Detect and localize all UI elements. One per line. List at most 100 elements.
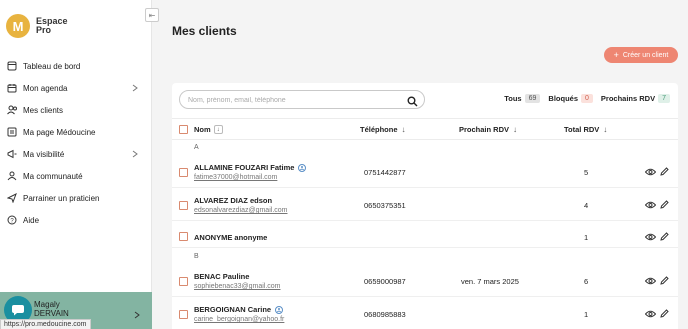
table-row[interactable]: ANONYME anonyme 1 [172,222,678,248]
user-first-name: Magaly [34,300,60,309]
select-all-checkbox[interactable] [179,125,188,134]
client-name[interactable]: BENAC Pauline [194,272,249,281]
sidebar-item-label: Ma visibilité [23,149,65,159]
edit-icon[interactable] [660,276,669,285]
search-box [179,90,425,109]
search-icon[interactable] [407,94,418,112]
group-letter: B [194,253,199,260]
edit-icon[interactable] [660,167,669,176]
plus-icon: + [613,50,619,60]
filter-blocked[interactable]: Bloqués 0 [548,94,593,103]
sidebar-item-label: Tableau de bord [23,61,81,71]
sidebar-item-clients[interactable]: Mes clients [0,99,152,121]
sidebar-item-page[interactable]: Ma page Médoucine [0,121,152,143]
table-row[interactable]: BERGOIGNAN Carine carine_bergoignan@yaho… [172,298,678,329]
sidebar-item-label: Mes clients [23,105,64,115]
page-title: Mes clients [172,24,237,38]
sidebar-nav: Tableau de bord Mon agenda Mes clients M… [0,55,152,231]
row-actions [645,276,673,285]
table-row[interactable]: ALVAREZ DIAZ edson edsonalvarezdiaz@gmai… [172,189,678,221]
client-total-rdv: 4 [584,201,589,210]
help-icon: ? [6,214,18,226]
column-next-rdv[interactable]: Prochain RDV ↓ [459,125,517,134]
eye-icon[interactable] [645,277,656,285]
table-row[interactable]: BENAC Pauline sophiebenac33@gmail.com 06… [172,265,678,297]
sort-down-icon[interactable]: ↓ [603,125,607,134]
row-actions [645,309,673,318]
sort-down-icon[interactable]: ↓ [513,125,517,134]
client-name[interactable]: BERGOIGNAN Carine [194,305,284,314]
sidebar-item-referral[interactable]: Parrainer un praticien [0,187,152,209]
eye-icon[interactable] [645,201,656,209]
eye-icon[interactable] [645,310,656,318]
sidebar-item-label: Ma communauté [23,171,83,181]
sidebar-item-community[interactable]: Ma communauté [0,165,152,187]
client-email[interactable]: carine_bergoignan@yahoo.fr [194,316,284,323]
client-total-rdv: 1 [584,233,589,242]
eye-icon[interactable] [645,168,656,176]
client-name[interactable]: ALVAREZ DIAZ edson [194,196,272,205]
client-phone: 0659000987 [364,277,406,286]
client-email[interactable]: edsonalvarezdiaz@gmail.com [194,207,287,214]
edit-icon[interactable] [660,200,669,209]
row-checkbox[interactable] [179,201,188,210]
row-actions [645,200,673,209]
sidebar: M Espace Pro Tableau de bord Mon agenda [0,0,152,329]
client-email[interactable]: fatime37000@hotmail.com [194,174,277,181]
sort-down-icon[interactable]: ↓ [402,125,406,134]
sidebar-item-visibility[interactable]: Ma visibilité [0,143,152,165]
client-name[interactable]: ANONYME anonyme [194,233,267,242]
count-badge: 7 [658,94,670,103]
community-icon [6,170,18,182]
calendar-icon [6,82,18,94]
sidebar-item-label: Aide [23,215,40,225]
search-input[interactable] [188,94,388,106]
row-checkbox[interactable] [179,232,188,241]
count-badge: 69 [524,94,541,103]
sidebar-item-agenda[interactable]: Mon agenda [0,77,152,99]
edit-icon[interactable] [660,309,669,318]
client-name-text: ALLAMINE FOUZARI Fatime [194,163,295,172]
collapse-sidebar-button[interactable]: ⇤ [145,8,159,22]
column-next-rdv-label: Prochain RDV [459,125,510,134]
edit-icon[interactable] [660,232,669,241]
client-total-rdv: 1 [584,310,589,319]
sidebar-item-label: Ma page Médoucine [23,127,96,137]
sidebar-item-dashboard[interactable]: Tableau de bord [0,55,152,77]
client-name[interactable]: ALLAMINE FOUZARI Fatime [194,163,307,172]
eye-icon[interactable] [645,233,656,241]
client-name-text: BENAC Pauline [194,272,250,281]
client-email[interactable]: sophiebenac33@gmail.com [194,283,281,290]
filter-upcoming[interactable]: Prochains RDV 7 [601,94,670,103]
sidebar-item-help[interactable]: ? Aide [0,209,152,231]
chevron-right-icon [130,149,140,159]
table-row[interactable]: ALLAMINE FOUZARI Fatime fatime37000@hotm… [172,156,678,188]
client-phone: 0680985883 [364,310,406,319]
client-next-rdv: ven. 7 mars 2025 [461,277,519,286]
row-actions [645,167,673,176]
column-name-label: Nom [194,125,211,134]
create-client-button[interactable]: + Créer un client [604,47,678,63]
sidebar-item-label: Parrainer un praticien [23,193,100,203]
filter-label: Tous [504,94,522,103]
user-last-name: DERVAIN [34,309,69,318]
chevron-right-icon [130,83,140,93]
brand[interactable]: M Espace Pro [6,14,68,38]
sidebar-item-label: Mon agenda [23,83,68,93]
column-name[interactable]: Nom ↓ [194,125,223,134]
column-total-rdv[interactable]: Total RDV ↓ [564,125,607,134]
filter-tabs: Tous 69 Bloqués 0 Prochains RDV 7 [496,94,670,103]
sort-down-icon[interactable]: ↓ [213,125,223,134]
row-checkbox[interactable] [179,168,188,177]
brand-line2: Pro [36,25,52,35]
user-info-icon [298,163,307,172]
row-checkbox[interactable] [179,277,188,286]
group-letter: A [194,144,199,151]
client-name-text: BERGOIGNAN Carine [194,305,272,314]
row-checkbox[interactable] [179,310,188,319]
column-phone[interactable]: Téléphone ↓ [360,125,406,134]
users-icon [6,104,18,116]
filter-all[interactable]: Tous 69 [504,94,541,103]
column-phone-label: Téléphone [360,125,398,134]
brand-text: Espace Pro [36,17,68,35]
